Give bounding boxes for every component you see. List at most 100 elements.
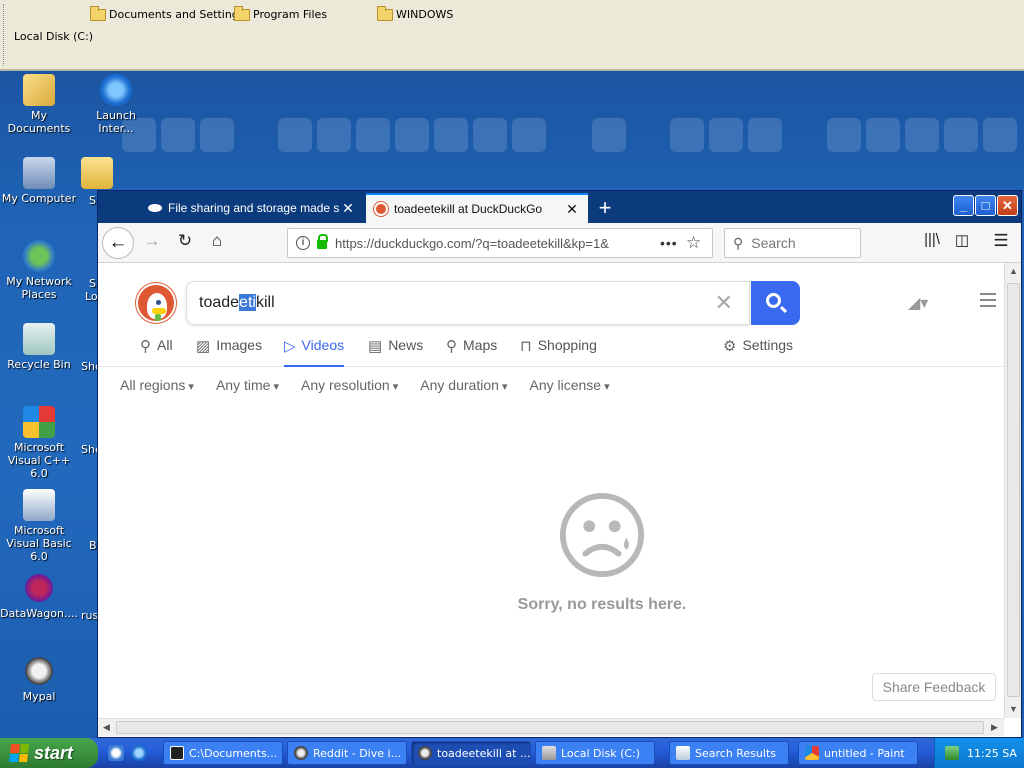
my-computer-icon bbox=[23, 157, 55, 189]
desktop-icon-visual-basic[interactable]: Microsoft Visual Basic 6.0 bbox=[0, 489, 78, 563]
filter-license[interactable]: Any license bbox=[529, 377, 609, 393]
forward-button[interactable]: → bbox=[140, 231, 164, 251]
horizontal-scroll-thumb[interactable] bbox=[116, 721, 984, 734]
desktop-icon-zip[interactable] bbox=[77, 157, 117, 192]
close-window-button[interactable]: ✕ bbox=[997, 195, 1018, 216]
tab-duckduckgo[interactable]: toadeetekill at DuckDuckGo ✕ bbox=[366, 193, 588, 223]
tab-file-sharing[interactable]: File sharing and storage made simple ✕ bbox=[140, 193, 364, 223]
desktop-icon-my-computer[interactable]: My Computer bbox=[0, 157, 78, 205]
horizontal-scrollbar[interactable]: ◀ ▶ bbox=[98, 718, 1004, 736]
reload-button[interactable]: ↻ bbox=[173, 231, 197, 251]
link-windows[interactable]: WINDOWS bbox=[377, 5, 453, 21]
minimize-button[interactable]: _ bbox=[953, 195, 974, 216]
tab-news[interactable]: ▤ News bbox=[368, 337, 423, 367]
filter-regions[interactable]: All regions bbox=[120, 377, 194, 393]
maximize-button[interactable]: □ bbox=[975, 195, 996, 216]
scroll-up-icon[interactable]: ▲ bbox=[1005, 263, 1022, 280]
sidebar-icon[interactable]: ◫ bbox=[950, 231, 974, 249]
tab-videos[interactable]: ▷ Videos bbox=[284, 337, 345, 367]
info-icon[interactable]: i bbox=[296, 236, 310, 250]
menu-icon[interactable]: ☰ bbox=[989, 231, 1013, 251]
scroll-right-icon[interactable]: ▶ bbox=[986, 719, 1003, 736]
new-tab-button[interactable]: + bbox=[594, 195, 616, 221]
internet-explorer-icon[interactable] bbox=[131, 745, 147, 761]
vertical-scrollbar[interactable]: ▲ ▼ bbox=[1004, 263, 1021, 718]
home-button[interactable]: ⌂ bbox=[205, 231, 229, 251]
share-feedback-button[interactable]: Share Feedback bbox=[872, 673, 996, 701]
scroll-down-icon[interactable]: ▼ bbox=[1005, 701, 1022, 718]
tab-all[interactable]: ⚲ All bbox=[140, 337, 173, 367]
settings-link[interactable]: ⚙ Settings bbox=[723, 337, 793, 367]
vertical-scroll-thumb[interactable] bbox=[1007, 283, 1020, 697]
ddg-search-input[interactable]: toadeetikill ✕ bbox=[186, 281, 750, 325]
scroll-left-icon[interactable]: ◀ bbox=[98, 719, 115, 736]
back-button[interactable]: ← bbox=[102, 227, 134, 259]
tab-shopping[interactable]: ⊓ Shopping bbox=[520, 337, 597, 367]
taskbar-item-paint[interactable]: untitled - Paint bbox=[798, 741, 918, 765]
desktop-icon-launch-internet[interactable]: Launch Inter... bbox=[77, 74, 155, 135]
tab-images[interactable]: ▨ Images bbox=[196, 337, 262, 367]
desktop-partial-label: rus bbox=[81, 609, 99, 622]
megaphone-icon[interactable]: ◢▾ bbox=[908, 293, 928, 313]
link-documents-and-settings[interactable]: Documents and Settings bbox=[90, 5, 245, 21]
desktop-partial-label: S bbox=[89, 194, 96, 207]
close-tab-icon[interactable]: ✕ bbox=[564, 201, 580, 218]
page-actions-icon[interactable]: ••• bbox=[660, 235, 686, 251]
map-pin-icon: ⚲ bbox=[446, 338, 457, 355]
desktop-partial-label: Lo bbox=[85, 290, 98, 303]
tab-bar: File sharing and storage made simple ✕ t… bbox=[98, 191, 1021, 223]
desktop-icon-datawagon[interactable]: DataWagon.... bbox=[0, 572, 78, 620]
search-icon: ⚲ bbox=[733, 234, 744, 251]
taskbar-item-local-disk[interactable]: Local Disk (C:) bbox=[535, 741, 655, 765]
play-icon: ▷ bbox=[284, 338, 296, 355]
library-icon[interactable]: |||\ bbox=[920, 231, 944, 248]
lock-icon[interactable] bbox=[317, 234, 328, 249]
datawagon-icon bbox=[23, 572, 55, 604]
media-player-icon[interactable] bbox=[108, 745, 124, 761]
search-icon bbox=[766, 293, 781, 308]
search-button[interactable] bbox=[751, 281, 800, 325]
my-documents-icon bbox=[23, 74, 55, 106]
clear-icon[interactable]: ✕ bbox=[715, 290, 733, 316]
filter-duration[interactable]: Any duration bbox=[420, 377, 507, 393]
7zip-icon bbox=[170, 746, 184, 760]
close-tab-icon[interactable]: ✕ bbox=[340, 200, 356, 217]
bookmark-star-icon[interactable]: ☆ bbox=[686, 233, 712, 253]
filter-resolution[interactable]: Any resolution bbox=[301, 377, 398, 393]
filter-time[interactable]: Any time bbox=[216, 377, 279, 393]
taskbar-item-search-results[interactable]: Search Results bbox=[669, 741, 789, 765]
video-filters: All regions Any time Any resolution Any … bbox=[120, 377, 610, 393]
visual-cpp-icon bbox=[23, 406, 55, 438]
taskbar-item-duckduckgo[interactable]: toadeetekill at ... bbox=[411, 741, 531, 765]
search-bar[interactable]: ⚲ Search bbox=[724, 228, 861, 258]
clock[interactable]: 11:25 SA bbox=[967, 747, 1017, 760]
start-button[interactable]: start bbox=[0, 738, 98, 768]
url-bar[interactable]: i https://duckduckgo.com/?q=toadeetekill… bbox=[287, 228, 713, 258]
settings-sliders-icon: ⚙ bbox=[723, 338, 737, 355]
system-tray: 11:25 SA bbox=[934, 738, 1024, 768]
sad-face-icon bbox=[559, 492, 645, 578]
folder-icon bbox=[90, 5, 106, 21]
recycle-bin-icon bbox=[23, 323, 55, 355]
mypal-icon bbox=[418, 746, 432, 760]
internet-explorer-icon bbox=[100, 74, 132, 106]
desktop-icon-my-documents[interactable]: My Documents bbox=[0, 74, 78, 135]
desktop-icon-visual-cpp[interactable]: Microsoft Visual C++ 6.0 bbox=[0, 406, 78, 480]
link-program-files[interactable]: Program Files bbox=[234, 5, 327, 21]
mypal-icon bbox=[23, 655, 55, 687]
taskbar-item-7zip[interactable]: C:\Documents... bbox=[163, 741, 283, 765]
tab-maps[interactable]: ⚲ Maps bbox=[446, 337, 497, 367]
taskbar-item-reddit[interactable]: Reddit - Dive i... bbox=[287, 741, 407, 765]
duckduckgo-logo-icon[interactable] bbox=[136, 283, 176, 323]
desktop-icon-recycle-bin[interactable]: Recycle Bin bbox=[0, 323, 78, 371]
drive-icon bbox=[542, 746, 556, 760]
search-icon: ⚲ bbox=[140, 338, 151, 355]
desktop-icon-mypal[interactable]: Mypal bbox=[0, 655, 78, 703]
desktop-icon-network-places[interactable]: My Network Places bbox=[0, 240, 78, 301]
ddg-menu-icon[interactable] bbox=[980, 293, 996, 311]
visual-basic-icon bbox=[23, 489, 55, 521]
toolbar-grip[interactable] bbox=[3, 4, 6, 66]
network-status-icon[interactable] bbox=[945, 746, 959, 760]
duckduckgo-favicon-icon bbox=[374, 202, 388, 216]
windows-flag-icon bbox=[9, 744, 29, 762]
